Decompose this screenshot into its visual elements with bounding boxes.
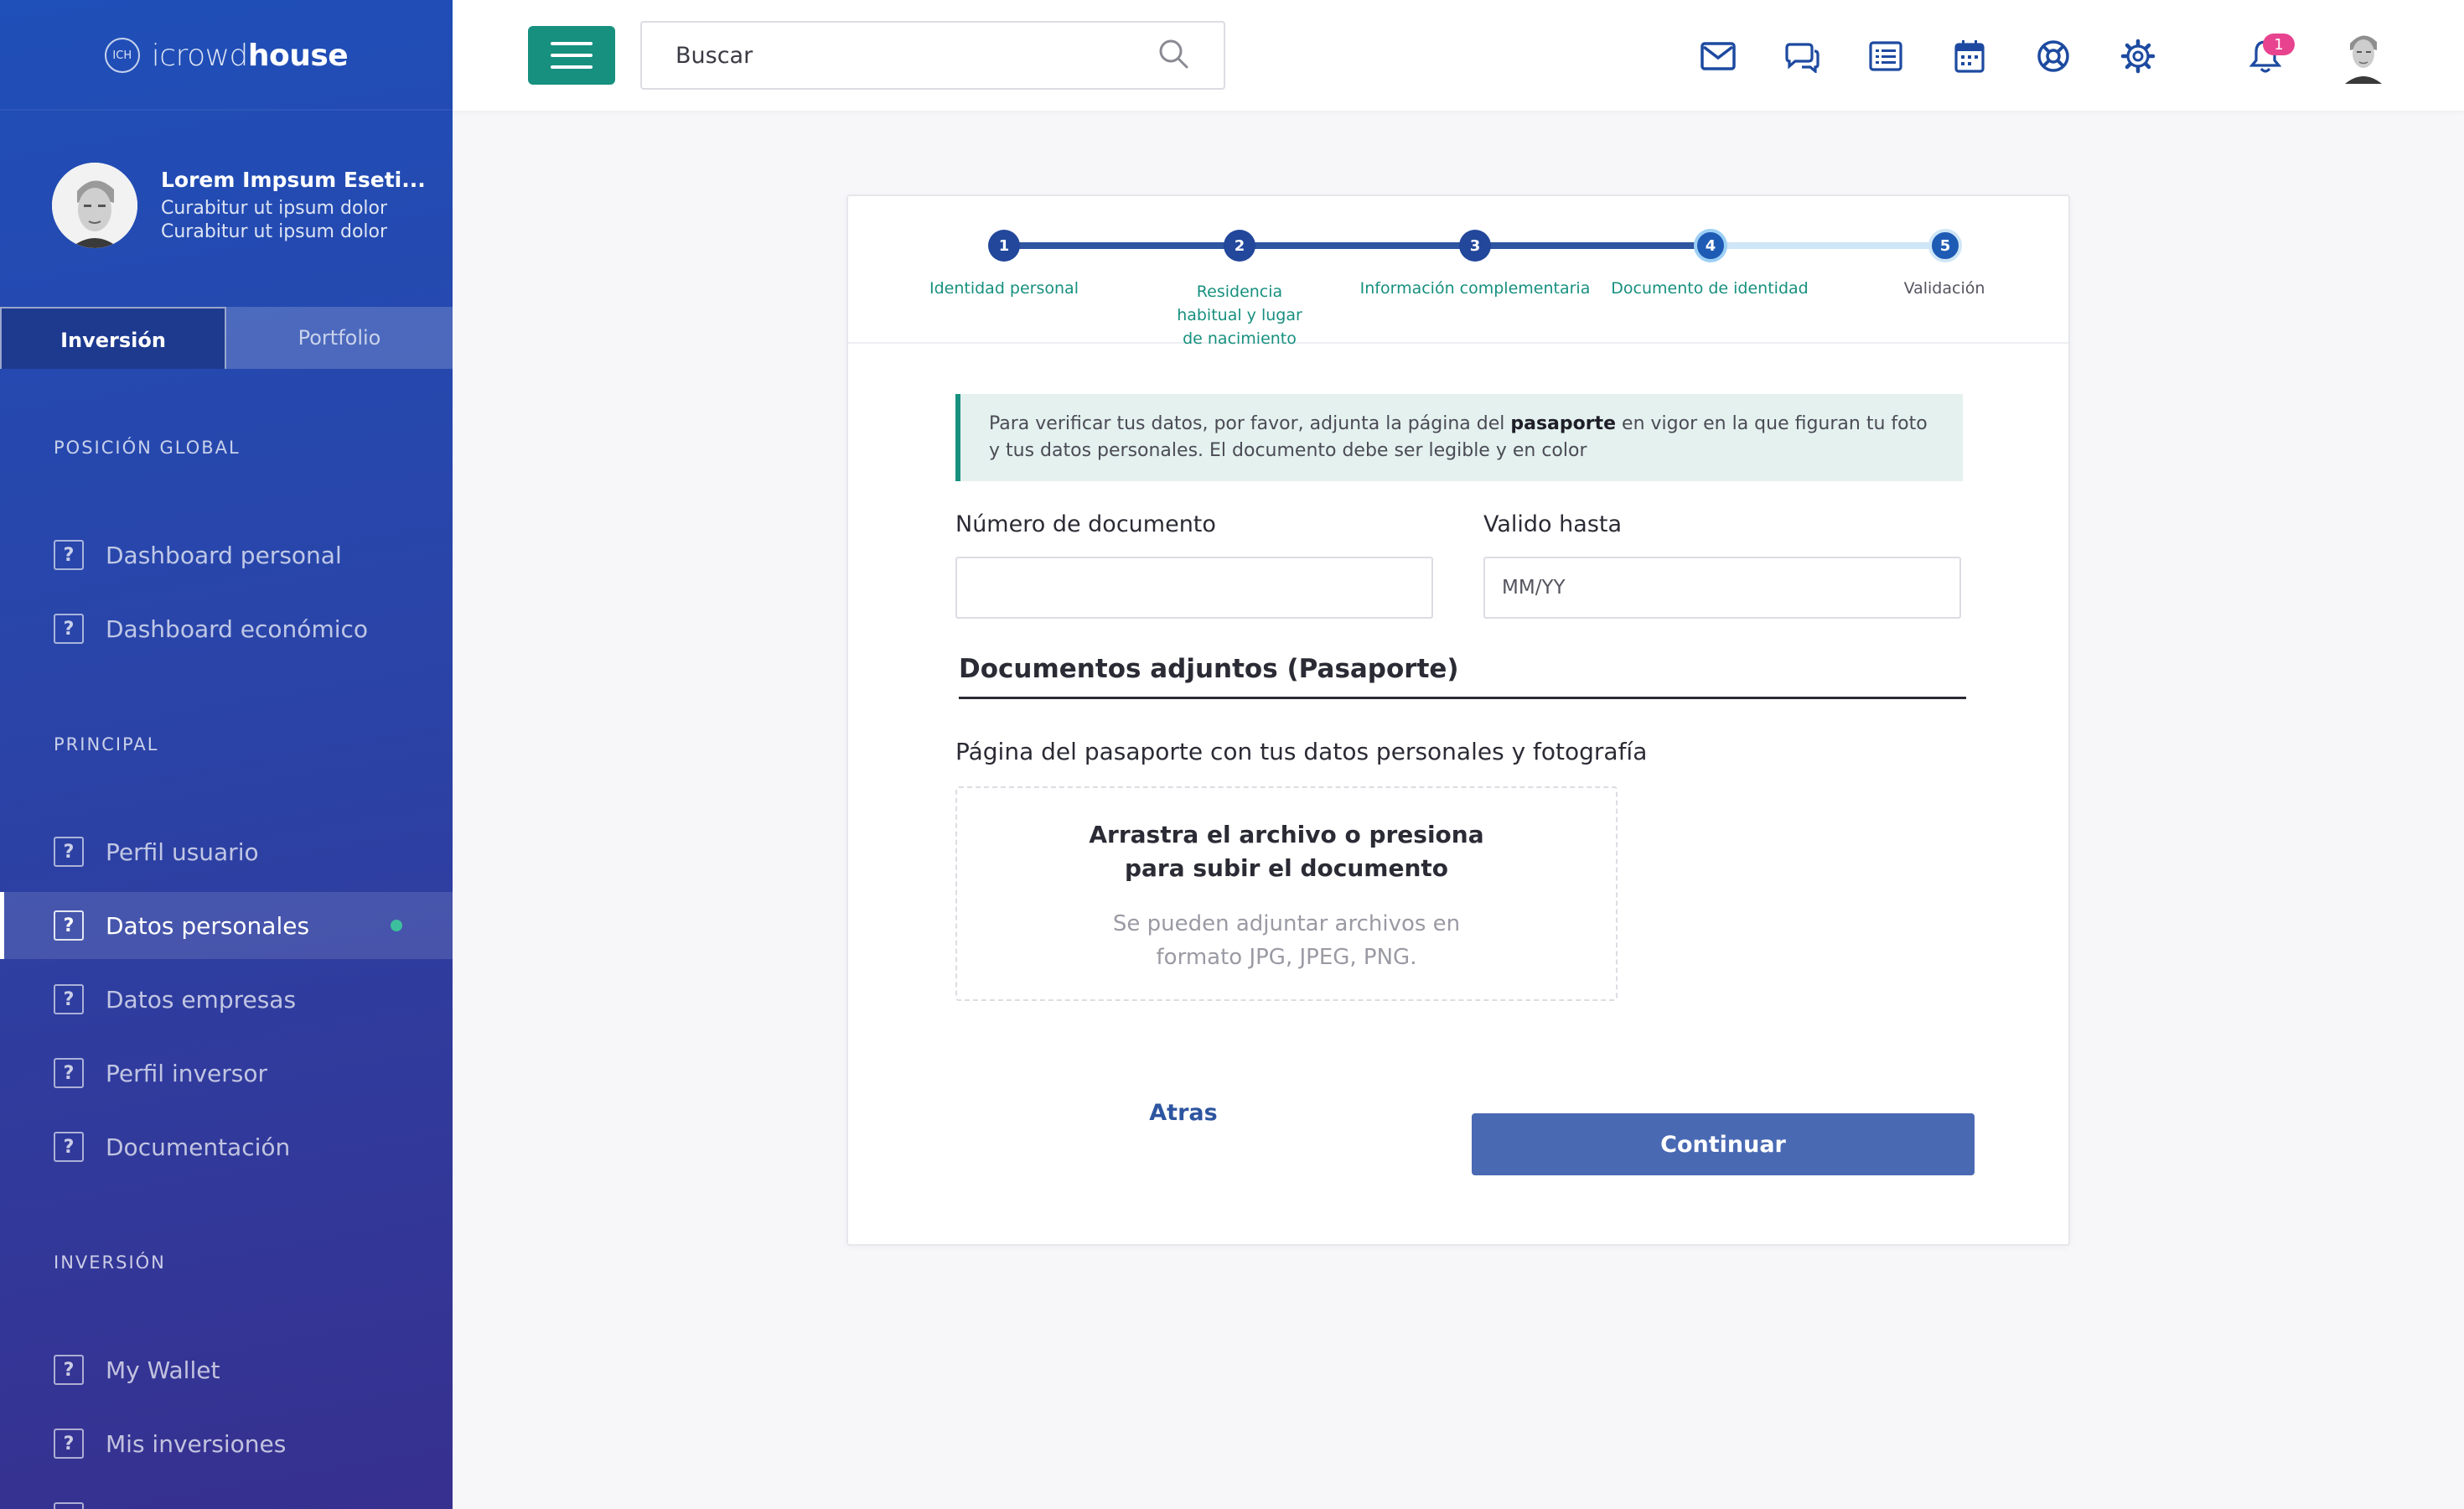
sidebar-item-label: Perfil usuario: [106, 837, 259, 866]
valid-until-label: Valido hasta: [1483, 511, 1623, 537]
sidebar-item-perfil-usuario[interactable]: ? Perfil usuario: [0, 818, 453, 885]
info-highlight: pasaporte: [1510, 413, 1617, 434]
sidebar-item-label: Perfil inversor: [106, 1059, 268, 1087]
step-2-label: Residencia habitual y lugar de nacimient…: [1177, 283, 1302, 348]
instructions-alert: Para verificar tus datos, por favor, adj…: [955, 394, 1963, 481]
active-indicator-dot: [391, 920, 402, 931]
step-4-label: Documento de identidad: [1611, 279, 1809, 298]
profile-name: Lorem Impsum Eseti...: [161, 167, 426, 192]
doc-number-label: Número de documento: [955, 511, 1216, 537]
top-bar: [453, 0, 2464, 111]
profile-text: Lorem Impsum Eseti... Curabitur ut ipsum…: [161, 168, 426, 244]
sidebar: ICH icrowdhouse Lorem Impsum Eseti... Cu…: [0, 0, 453, 1509]
sidebar-item-datos-personales[interactable]: ? Datos personales: [0, 892, 453, 959]
continue-button[interactable]: Continuar: [1472, 1113, 1975, 1175]
sidebar-item-label: My Wallet: [106, 1356, 220, 1384]
logo-mark-icon: ICH: [104, 38, 140, 73]
section-heading-global: POSICIÓN GLOBAL: [54, 438, 241, 458]
sidebar-item-mis-inversiones[interactable]: ? Mis inversiones: [0, 1410, 453, 1477]
step-3-marker[interactable]: 3: [1459, 230, 1491, 262]
search-icon[interactable]: [1157, 37, 1190, 74]
help-icon: ?: [54, 540, 84, 570]
stepper-progress-remaining: [1711, 242, 1945, 249]
notification-badge: 1: [2263, 34, 2295, 55]
attachments-heading: Documentos adjuntos (Pasaporte): [959, 654, 1966, 699]
sidebar-item-label: Documentación: [106, 1133, 291, 1161]
section-heading-principal: PRINCIPAL: [54, 734, 159, 754]
step-1-label: Identidad personal: [929, 279, 1079, 298]
identity-document-form-card: 1 2 3 4 5 Identidad personal Residencia …: [846, 194, 2070, 1246]
sidebar-item-label: Datos empresas: [106, 985, 297, 1014]
sidebar-item-label: Mis inversiones: [106, 1429, 287, 1458]
section-heading-inversion: INVERSIÓN: [54, 1252, 166, 1273]
sidebar-item-label: Dashboard económico: [106, 614, 369, 643]
search-box: [640, 21, 1225, 90]
valid-until-field[interactable]: [1483, 557, 1961, 619]
sidebar-item-dashboard-personal[interactable]: ? Dashboard personal: [0, 521, 453, 589]
help-icon: ?: [54, 837, 84, 867]
help-icon: ?: [54, 1355, 84, 1385]
help-icon: ?: [54, 1132, 84, 1162]
chat-icon[interactable]: [1783, 37, 1821, 75]
step-4-marker[interactable]: 4: [1694, 229, 1727, 262]
sidebar-item-label: Dashboard personal: [106, 541, 342, 569]
sidebar-item-documentacion[interactable]: ? Documentación: [0, 1113, 453, 1180]
hamburger-icon-bar: [551, 42, 593, 45]
sidebar-item-my-wallet[interactable]: ? My Wallet: [0, 1336, 453, 1403]
menu-toggle-button[interactable]: [528, 26, 615, 85]
sidebar-item-datos-empresas[interactable]: ? Datos empresas: [0, 966, 453, 1033]
profile-subtitle: Curabitur ut ipsum dolor: [161, 220, 388, 242]
help-icon: ?: [54, 1058, 84, 1088]
back-button[interactable]: Atras: [1100, 1100, 1267, 1126]
avatar: [52, 163, 137, 248]
tab-portfolio[interactable]: Portfolio: [226, 307, 453, 369]
divider: [0, 109, 453, 111]
step-2-marker[interactable]: 2: [1224, 230, 1255, 262]
sidebar-item-label: Datos personales: [106, 911, 310, 940]
hamburger-icon-bar: [551, 65, 593, 69]
file-dropzone[interactable]: Arrastra el archivo o presiona para subi…: [955, 786, 1618, 1001]
search-input[interactable]: [676, 42, 1157, 69]
help-icon: ?: [54, 984, 84, 1014]
sidebar-item-dashboard-economico[interactable]: ? Dashboard económico: [0, 595, 453, 662]
sidebar-item-partial[interactable]: ?: [0, 1484, 453, 1509]
step-3-label: Información complementaria: [1359, 279, 1591, 298]
user-profile[interactable]: Lorem Impsum Eseti... Curabitur ut ipsum…: [52, 163, 426, 248]
help-icon: ?: [54, 1429, 84, 1459]
logo-text: icrowdhouse: [151, 38, 349, 73]
hamburger-icon-bar: [551, 54, 593, 57]
upload-label: Página del pasaporte con tus datos perso…: [955, 738, 1648, 765]
logo[interactable]: ICH icrowdhouse: [0, 34, 453, 77]
dropzone-formats: Se pueden adjuntar archivos en formato J…: [1112, 911, 1461, 970]
doc-number-field[interactable]: [955, 557, 1433, 619]
dropzone-instructions: Arrastra el archivo o presiona para subi…: [1089, 821, 1484, 882]
profile-subtitle: Curabitur ut ipsum dolor: [161, 197, 388, 219]
step-5-marker[interactable]: 5: [1928, 229, 1962, 262]
help-icon: ?: [54, 1502, 84, 1509]
avatar[interactable]: [2338, 25, 2389, 84]
stepper-progress-done: [1004, 242, 1711, 249]
help-icon: ?: [54, 614, 84, 644]
calendar-icon[interactable]: [1950, 37, 1989, 75]
gear-icon[interactable]: [2119, 37, 2157, 75]
sidebar-tabs: Inversión Portfolio: [0, 307, 453, 369]
help-icon: ?: [54, 910, 84, 941]
step-5-label: Validación: [1903, 279, 1985, 298]
list-icon[interactable]: [1866, 37, 1905, 75]
mail-icon[interactable]: [1699, 37, 1737, 75]
progress-stepper: 1 2 3 4 5 Identidad personal Residencia …: [848, 196, 2068, 348]
step-1-marker[interactable]: 1: [988, 230, 1020, 262]
tab-inversion[interactable]: Inversión: [0, 307, 226, 369]
lifebuoy-icon[interactable]: [2034, 37, 2073, 75]
sidebar-item-perfil-inversor[interactable]: ? Perfil inversor: [0, 1040, 453, 1107]
